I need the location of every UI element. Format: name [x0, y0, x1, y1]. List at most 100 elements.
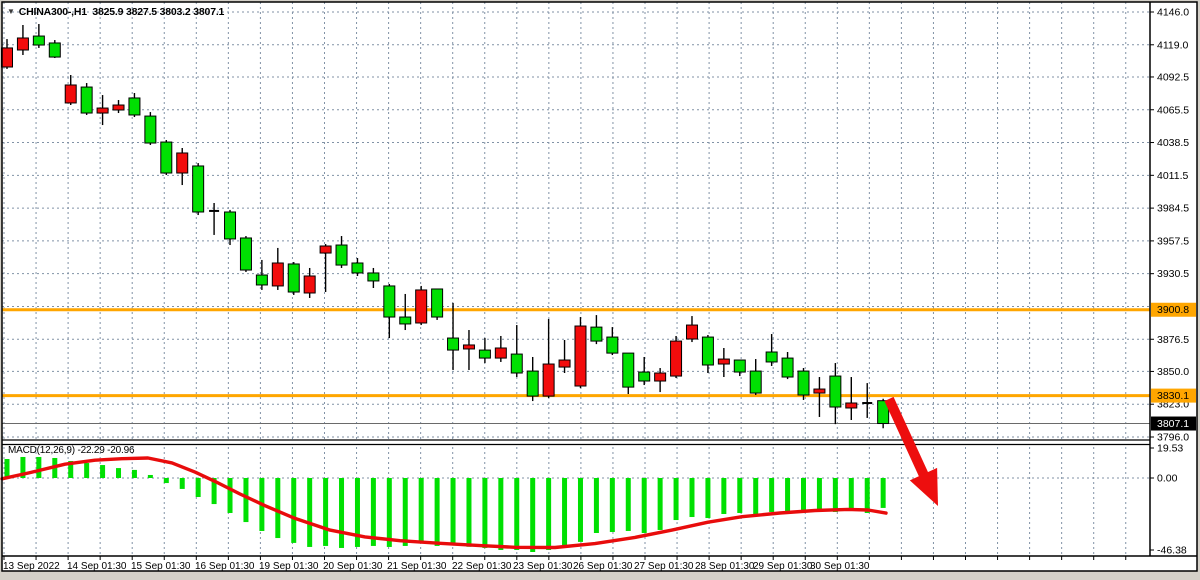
macd-histogram-bar: [498, 478, 503, 550]
time-tick-label: 21 Sep 01:30: [387, 561, 447, 572]
level-badge-label: 3830.1: [1157, 390, 1189, 402]
candle-body: [49, 43, 60, 57]
macd-histogram-bar: [275, 478, 280, 538]
time-tick-label: 20 Sep 01:30: [323, 561, 383, 572]
macd-histogram-bar: [180, 478, 185, 489]
macd-histogram-bar: [626, 478, 631, 531]
price-tick-label: 4011.5: [1157, 170, 1188, 182]
candle-body: [256, 275, 267, 285]
candle-body: [671, 341, 682, 376]
candle-body: [734, 360, 745, 372]
macd-histogram-bar: [674, 478, 679, 520]
candle-body: [177, 153, 188, 173]
candle-body: [846, 403, 857, 408]
candle-body: [225, 212, 236, 239]
candle-body: [17, 38, 28, 50]
candle-body: [193, 166, 204, 212]
macd-histogram-bar: [466, 478, 471, 547]
macd-histogram-bar: [100, 465, 105, 478]
macd-histogram-bar: [594, 478, 599, 533]
ohlc-values: 3825.9 3827.5 3803.2 3807.1: [92, 6, 224, 18]
macd-histogram-bar: [514, 478, 519, 550]
price-tick-label: 4038.5: [1157, 137, 1189, 149]
candle-body: [798, 371, 809, 395]
macd-histogram-bar: [371, 478, 376, 546]
price-tick-label: 4065.5: [1157, 104, 1189, 116]
macd-histogram-bar: [387, 478, 392, 547]
time-tick-label: 29 Sep 01:30: [753, 561, 813, 572]
candle-body: [575, 326, 586, 386]
doji-body: [862, 402, 872, 404]
time-tick-label: 16 Sep 01:30: [195, 561, 255, 572]
candle-body: [495, 348, 506, 358]
macd-histogram-bar: [865, 478, 870, 513]
macd-tick-label: -46.38: [1157, 545, 1187, 557]
level-badge-label: 3900.8: [1157, 304, 1189, 316]
macd-histogram-bar: [801, 478, 806, 511]
candle-body: [559, 360, 570, 367]
macd-histogram-bar: [769, 478, 774, 512]
candle-body: [81, 87, 92, 113]
macd-histogram-bar: [196, 478, 201, 497]
candle-body: [113, 105, 124, 110]
candle-body: [288, 264, 299, 292]
macd-histogram-bar: [753, 478, 758, 515]
macd-histogram-bar: [658, 478, 663, 530]
candle-body: [352, 263, 363, 273]
candle-body: [750, 371, 761, 393]
candle-body: [607, 337, 618, 353]
candle-body: [129, 98, 140, 115]
chart-window: 4146.04119.04092.54065.54038.54011.53984…: [0, 0, 1200, 580]
price-tick-label: 4119.0: [1157, 39, 1188, 51]
candle-body: [479, 350, 490, 358]
candle-body: [527, 371, 538, 396]
collapse-triangle-icon[interactable]: ▼: [7, 7, 15, 16]
macd-histogram-bar: [530, 478, 535, 552]
macd-tick-label: 19.53: [1157, 443, 1183, 455]
candle-body: [65, 85, 76, 103]
time-tick-label: 26 Sep 01:30: [573, 561, 633, 572]
price-tick-label: 3957.5: [1157, 235, 1189, 247]
macd-histogram-bar: [610, 478, 615, 532]
time-tick-label: 22 Sep 01:30: [452, 561, 512, 572]
candle-body: [304, 276, 315, 293]
time-tick-label: 30 Sep 01:30: [810, 561, 870, 572]
macd-histogram-bar: [833, 478, 838, 512]
candle-body: [655, 373, 666, 381]
macd-histogram-bar: [228, 478, 233, 513]
price-tick-label: 3850.0: [1157, 366, 1189, 378]
macd-histogram-bar: [785, 478, 790, 513]
macd-histogram-bar: [36, 457, 41, 478]
candle-body: [272, 263, 283, 286]
candle-body: [463, 345, 474, 349]
macd-histogram-bar: [482, 478, 487, 548]
macd-histogram-bar: [164, 478, 169, 483]
symbol-period-label: CHINA300-,H1: [19, 6, 87, 18]
candle-body: [543, 364, 554, 396]
candle-body: [718, 359, 729, 364]
macd-histogram-bar: [132, 470, 137, 478]
macd-histogram-bar: [737, 478, 742, 513]
candle-body: [97, 108, 108, 113]
macd-histogram-bar: [562, 478, 567, 547]
macd-histogram-bar: [419, 478, 424, 543]
price-tick-label: 4146.0: [1157, 7, 1189, 19]
macd-histogram-bar: [435, 478, 440, 546]
doji-body: [209, 210, 219, 212]
candle-body: [623, 353, 634, 387]
current-price-badge-label: 3807.1: [1157, 418, 1189, 430]
macd-histogram-bar: [451, 478, 456, 545]
macd-histogram-bar: [403, 478, 408, 546]
price-tick-label: 4092.5: [1157, 71, 1189, 83]
time-tick-label: 15 Sep 01:30: [131, 561, 191, 572]
macd-histogram-bar: [705, 478, 710, 518]
candle-body: [400, 317, 411, 324]
candle-body: [161, 142, 172, 173]
macd-tick-label: 0.00: [1157, 473, 1178, 485]
candle-body: [33, 36, 44, 45]
macd-histogram-bar: [721, 478, 726, 514]
macd-histogram-bar: [323, 478, 328, 546]
candle-body: [766, 352, 777, 362]
candle-body: [782, 358, 793, 377]
candle-body: [448, 338, 459, 350]
